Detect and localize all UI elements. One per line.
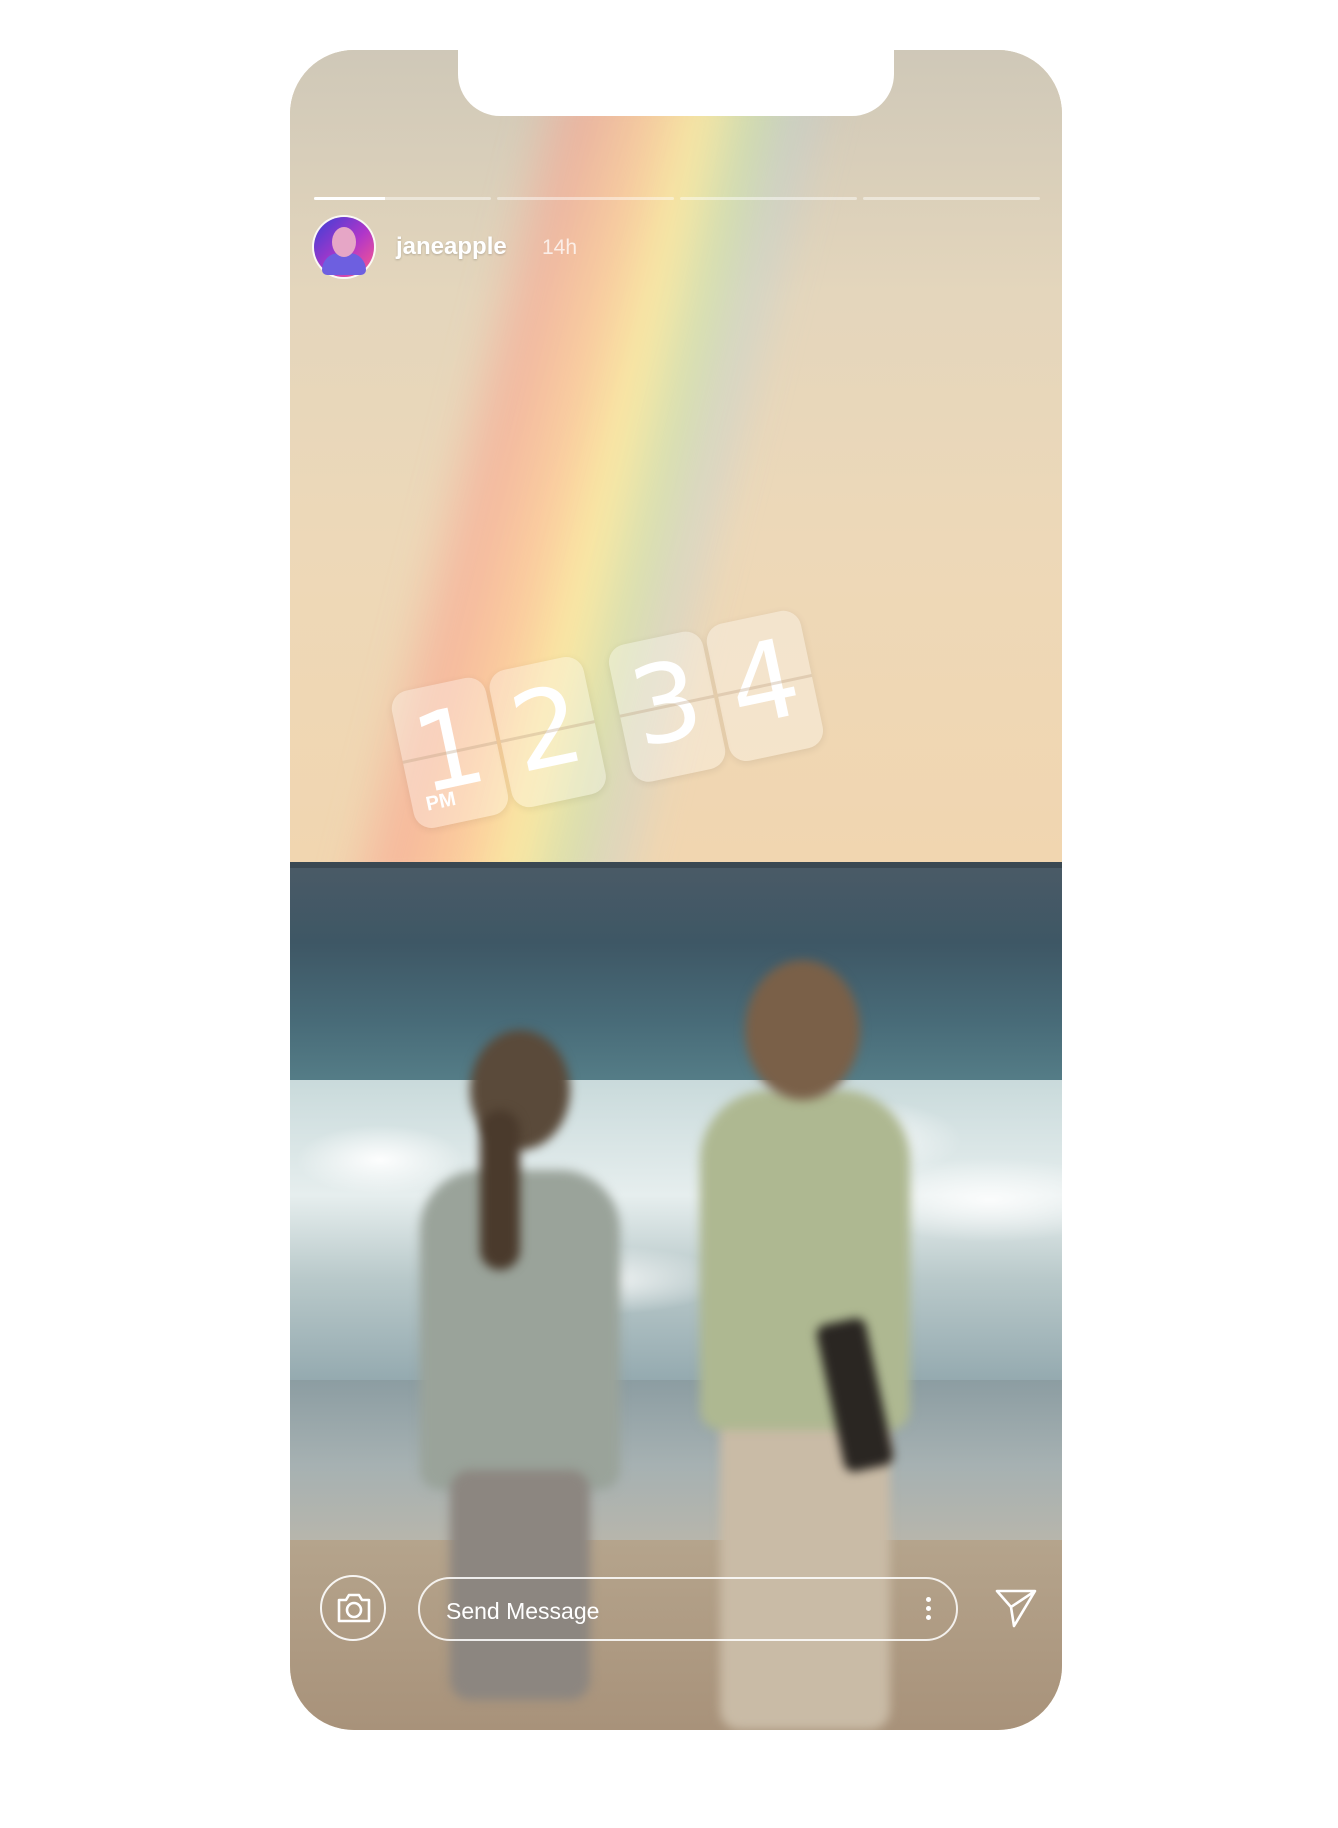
avatar-face bbox=[332, 227, 356, 257]
story-photo-shore bbox=[290, 1380, 1062, 1550]
device-notch bbox=[458, 50, 894, 116]
send-message-placeholder: Send Message bbox=[446, 1598, 600, 1624]
story-photo-child-right bbox=[700, 1090, 910, 1430]
story-photo-child-left bbox=[420, 1170, 620, 1490]
story-progress-bar bbox=[314, 197, 1040, 201]
send-icon bbox=[995, 1589, 1037, 1628]
send-button[interactable] bbox=[994, 1586, 1038, 1630]
progress-segment bbox=[314, 197, 491, 200]
more-vertical-icon[interactable] bbox=[926, 1597, 932, 1623]
story-photo-child-left-hair bbox=[480, 1110, 520, 1270]
avatar[interactable] bbox=[314, 217, 374, 277]
username[interactable]: janeapple bbox=[396, 233, 507, 261]
story-viewer[interactable]: janeapple 14h 1 PM 2 3 4 Send Message bbox=[290, 50, 1062, 1730]
send-message-input[interactable]: Send Message bbox=[418, 1577, 958, 1641]
story-photo-child-right-head bbox=[745, 960, 860, 1100]
camera-icon bbox=[337, 1593, 371, 1623]
story-photo-surf bbox=[290, 1080, 1062, 1410]
story-photo-horizon bbox=[290, 862, 1062, 868]
post-time: 14h bbox=[542, 236, 578, 259]
camera-button[interactable] bbox=[320, 1575, 386, 1641]
progress-segment bbox=[680, 197, 857, 200]
progress-segment bbox=[497, 197, 674, 200]
progress-segment bbox=[863, 197, 1040, 200]
